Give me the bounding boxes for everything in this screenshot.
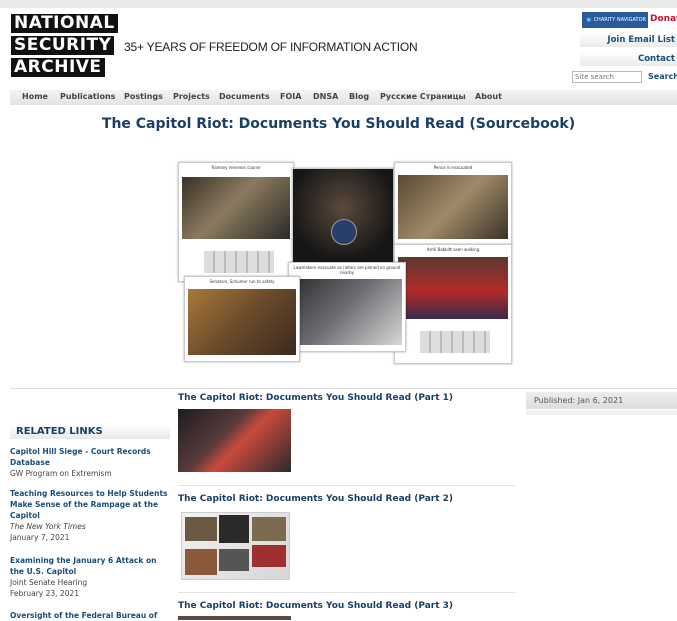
nav-foia[interactable]: FOIA	[280, 92, 301, 101]
contact-link[interactable]: Contact	[580, 52, 677, 66]
post-title-part-3[interactable]: The Capitol Riot: Documents You Should R…	[178, 601, 453, 611]
post-title-part-1[interactable]: The Capitol Riot: Documents You Should R…	[178, 393, 453, 403]
floor-plan-graphic	[420, 331, 490, 353]
nav-projects[interactable]: Projects	[173, 92, 210, 101]
nav-home[interactable]: Home	[22, 92, 48, 101]
thumb-photo	[185, 549, 217, 575]
nav-russian-pages[interactable]: Русские Страницы	[380, 92, 466, 101]
nav-blog[interactable]: Blog	[349, 92, 369, 101]
thumb-photo	[219, 515, 249, 543]
related-link-item[interactable]: Oversight of the Federal Bureau of	[10, 610, 170, 621]
hero-photo	[293, 169, 393, 265]
hero-photo	[188, 289, 296, 355]
related-link-item[interactable]: Examining the January 6 Attack on the U.…	[10, 555, 170, 599]
post-thumbnail-part-3[interactable]	[178, 616, 291, 620]
post-separator	[178, 592, 515, 593]
hero-page-lawmakers: Lawmakers evacuate as rioters are pinned…	[288, 262, 406, 352]
related-link-source: Joint Senate Hearing	[10, 578, 88, 587]
search-button[interactable]: Search	[648, 72, 677, 81]
hero-caption-2: Pence is evacuated	[433, 165, 473, 170]
nav-postings[interactable]: Postings	[124, 92, 163, 101]
page-title: The Capitol Riot: Documents You Should R…	[101, 116, 576, 132]
nav-about[interactable]: About	[475, 92, 502, 101]
search-input[interactable]	[572, 71, 642, 83]
related-link-source: The New York Times	[10, 522, 86, 531]
star-icon: ✶	[585, 16, 593, 26]
top-bar	[0, 0, 677, 8]
join-email-list-link[interactable]: Join Email List	[580, 33, 677, 47]
post-separator	[178, 485, 515, 486]
related-link-item[interactable]: Teaching Resources to Help Students Make…	[10, 488, 170, 543]
hero-photo	[398, 175, 508, 239]
sidebar-shadow	[526, 410, 677, 415]
site-logo[interactable]: NATIONAL SECURITY ARCHIVE	[11, 13, 118, 79]
charity-badge-label: CHARITY NAVIGATOR	[593, 17, 646, 23]
thumb-photo	[252, 545, 286, 567]
related-link-date: January 7, 2021	[10, 533, 70, 542]
thumb-photo	[185, 517, 217, 541]
hero-page-podium	[292, 168, 394, 266]
nav-publications[interactable]: Publications	[60, 92, 115, 101]
related-link-title[interactable]: Examining the January 6 Attack on the U.…	[10, 555, 170, 577]
hero-photo	[182, 177, 290, 239]
hero-page-babbitt: Ashli Babbitt seen walking	[394, 244, 512, 364]
hero-caption-5: Lawmakers evacuate as rioters are pinned…	[293, 265, 401, 275]
hero-page-ramsey: Ramsey reverses course	[178, 162, 294, 282]
seal-icon	[331, 219, 357, 245]
main-nav: Home Publications Postings Projects Docu…	[10, 90, 677, 105]
related-link-item[interactable]: Capitol Hill Siege - Court Records Datab…	[10, 446, 170, 479]
post-thumbnail-part-1[interactable]	[178, 409, 291, 472]
post-thumbnail-part-2[interactable]	[181, 512, 290, 580]
hero-caption-1: Ramsey reverses course	[211, 165, 261, 170]
hero-caption-4: Senators, Schumer run to safety	[209, 279, 275, 284]
related-link-title[interactable]: Oversight of the Federal Bureau of	[10, 610, 170, 621]
related-link-title[interactable]: Capitol Hill Siege - Court Records Datab…	[10, 446, 170, 468]
related-link-title[interactable]: Teaching Resources to Help Students Make…	[10, 488, 170, 521]
donate-link[interactable]: Donate	[650, 14, 677, 24]
logo-line-1: NATIONAL	[11, 14, 118, 33]
sourcebook-hero-collage[interactable]: Ramsey reverses course Pence is evacuate…	[176, 160, 512, 364]
charity-navigator-badge[interactable]: ✶ CHARITY NAVIGATOR	[582, 12, 648, 28]
section-divider	[10, 388, 677, 389]
logo-line-2: SECURITY	[11, 36, 115, 55]
thumb-photo	[252, 517, 286, 541]
related-links-heading: RELATED LINKS	[10, 425, 170, 439]
hero-photo	[292, 279, 402, 345]
nav-dnsa[interactable]: DNSA	[313, 92, 338, 101]
tagline: 35+ YEARS OF FREEDOM OF INFORMATION ACTI…	[124, 40, 418, 54]
nav-documents[interactable]: Documents	[219, 92, 270, 101]
hero-photo	[398, 257, 508, 319]
hero-caption-3: Ashli Babbitt seen walking	[426, 247, 480, 252]
published-date: Published: Jan 6, 2021	[526, 392, 677, 409]
floor-plan-graphic	[204, 251, 274, 273]
thumb-photo	[219, 549, 249, 571]
related-link-date: February 23, 2021	[10, 589, 80, 598]
logo-line-3: ARCHIVE	[11, 58, 105, 77]
post-title-part-2[interactable]: The Capitol Riot: Documents You Should R…	[178, 494, 453, 504]
hero-page-senators: Senators, Schumer run to safety	[184, 276, 300, 362]
hero-page-pence: Pence is evacuated	[394, 162, 512, 246]
related-link-source: GW Program on Extremism	[10, 469, 112, 478]
